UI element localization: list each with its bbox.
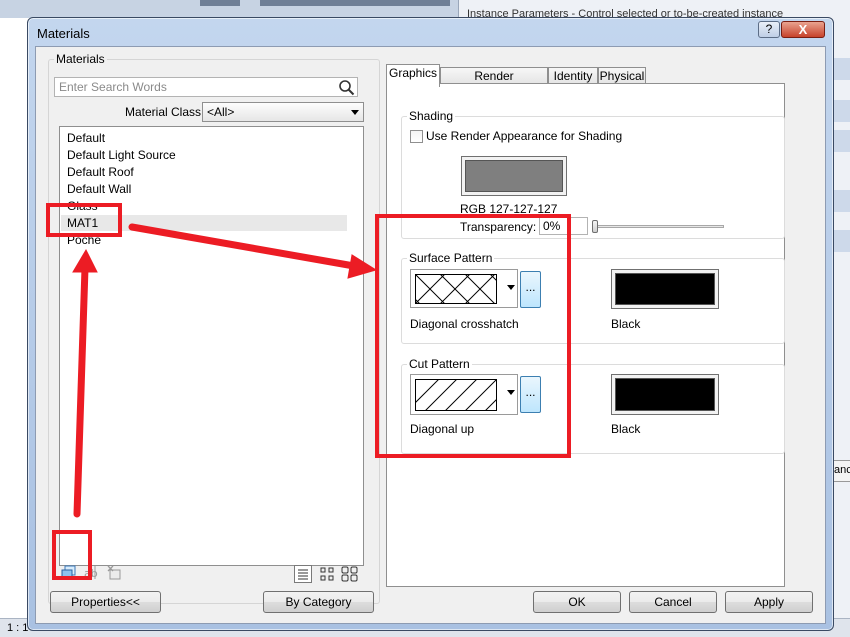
transparency-slider[interactable] — [594, 225, 724, 228]
shading-color-swatch — [465, 160, 563, 192]
cancel-button[interactable]: Cancel — [629, 591, 717, 613]
close-button[interactable]: X — [781, 21, 825, 38]
surface-color-name: Black — [611, 317, 641, 331]
ok-button[interactable]: OK — [533, 591, 621, 613]
materials-list[interactable]: Default Default Light Source Default Roo… — [59, 126, 364, 566]
search-placeholder: Enter Search Words — [59, 80, 167, 94]
cut-color-name: Black — [611, 422, 641, 436]
surface-color-swatch — [615, 273, 715, 305]
mat1-highlight-box — [46, 203, 122, 237]
material-class-value: <All> — [207, 105, 235, 119]
materials-group-label: Materials — [54, 52, 107, 66]
chevron-down-icon — [351, 110, 359, 115]
small-icons-view-icon[interactable] — [318, 565, 336, 583]
large-icons-view-icon[interactable] — [341, 565, 359, 583]
use-render-appearance-checkbox[interactable] — [410, 130, 423, 143]
toolbar-segment — [260, 0, 450, 6]
list-item[interactable]: Default Wall — [61, 181, 347, 197]
patterns-highlight-box — [375, 214, 571, 458]
list-view-icon[interactable] — [294, 565, 312, 583]
tab-graphics[interactable]: Graphics — [386, 64, 440, 87]
search-input[interactable]: Enter Search Words — [54, 77, 358, 97]
surface-color-button[interactable] — [611, 269, 719, 309]
material-class-label: Material Class: — [125, 105, 205, 119]
cut-color-swatch — [615, 378, 715, 411]
properties-toggle-button[interactable]: Properties<< — [50, 591, 161, 613]
delete-material-icon[interactable] — [106, 564, 123, 581]
duplicate-highlight-box — [52, 530, 92, 580]
apply-button[interactable]: Apply — [725, 591, 813, 613]
list-item[interactable]: Default Roof — [61, 164, 347, 180]
list-item[interactable]: Default — [61, 130, 347, 146]
scale-text: 1 : 1 — [7, 622, 29, 634]
shading-color-button[interactable] — [461, 156, 567, 196]
dialog-title: Materials — [37, 26, 90, 41]
by-category-button[interactable]: By Category — [263, 591, 374, 613]
list-item[interactable]: Default Light Source — [61, 147, 347, 163]
material-class-select[interactable]: <All> — [202, 102, 364, 122]
use-render-appearance-label: Use Render Appearance for Shading — [426, 129, 623, 143]
shading-label: Shading — [407, 109, 456, 123]
transparency-slider-thumb[interactable] — [592, 220, 598, 233]
help-button[interactable]: ? — [758, 21, 780, 38]
toolbar-segment — [200, 0, 240, 6]
cut-color-button[interactable] — [611, 374, 719, 415]
search-icon[interactable] — [338, 79, 355, 96]
